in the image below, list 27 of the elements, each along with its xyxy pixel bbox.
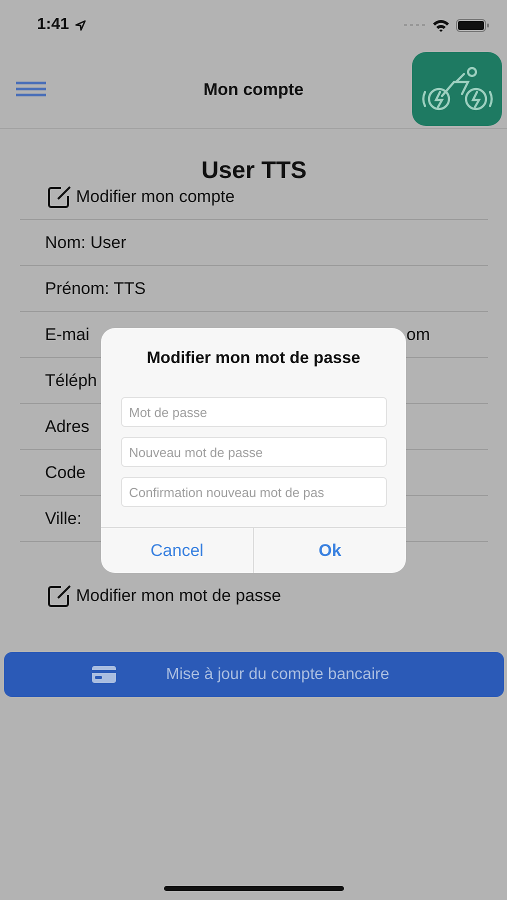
edit-icon[interactable] (47, 184, 73, 208)
location-arrow-icon (75, 20, 86, 30)
edit-password-link[interactable]: Modifier mon mot de passe (76, 586, 282, 606)
profile-field-text: Téléph (45, 370, 97, 390)
profile-field-text: Prénom: TTS (45, 278, 146, 298)
profile-field-text: Code (45, 462, 86, 482)
battery-icon (456, 18, 489, 32)
edit-account-link[interactable]: Modifier mon compte (76, 186, 235, 206)
ok-button[interactable]: Ok (253, 528, 406, 573)
profile-field-text: om (406, 324, 430, 344)
password-field[interactable]: Mot de passe (121, 397, 387, 427)
edit-icon[interactable] (47, 584, 73, 608)
password-field[interactable]: Confirmation nouveau mot de pas (121, 477, 387, 507)
status-time: 1:41 (37, 16, 70, 34)
credit-card-icon (92, 666, 116, 683)
wifi-icon (432, 18, 450, 32)
profile-field-text: Nom: User (45, 232, 126, 252)
profile-field-text: Adres (45, 416, 90, 436)
cancel-button[interactable]: Cancel (101, 528, 253, 573)
bank-account-button[interactable]: Mise à jour du compte bancaire (4, 652, 504, 697)
user-name: User TTS (201, 156, 307, 186)
profile-field-text: Ville: (45, 508, 82, 528)
profile-field-text: E-mai (45, 324, 90, 344)
electric-bike-logo-icon (412, 52, 502, 126)
page-title: Mon compte (202, 80, 305, 100)
dialog-title: Modifier mon mot de passe (146, 349, 362, 368)
password-field[interactable]: Nouveau mot de passe (121, 437, 387, 467)
